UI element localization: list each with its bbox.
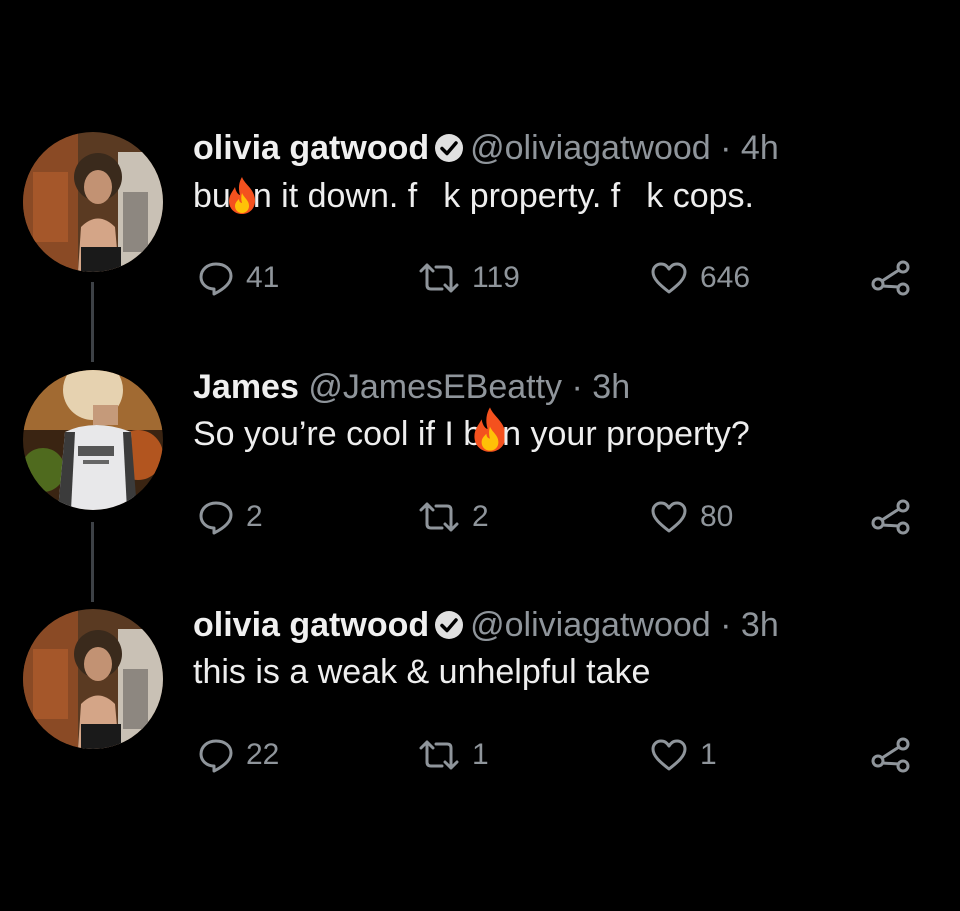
tweet-text: So you’re cool if I b n your property? — [193, 407, 750, 455]
retweet-icon — [418, 739, 460, 771]
timestamp[interactable]: 3h — [592, 368, 630, 406]
reply-count: 2 — [246, 500, 263, 533]
action-bar: 22 1 1 — [0, 735, 960, 775]
retweet-button[interactable]: 1 — [418, 735, 489, 775]
verified-badge-icon — [434, 132, 464, 162]
avatar[interactable] — [23, 609, 163, 749]
tweet-text: bu n it down. fk property. fk cops. — [193, 175, 754, 216]
text-part: n your property? — [502, 415, 750, 453]
author-name[interactable]: olivia gatwood — [193, 129, 429, 167]
like-count: 80 — [700, 500, 734, 533]
share-icon — [870, 259, 914, 297]
heart-icon — [650, 738, 688, 772]
tweet-3[interactable]: olivia gatwood @oliviagatwood · 3h this i… — [0, 605, 960, 805]
reply-button[interactable]: 2 — [198, 497, 263, 537]
text-part: k cops. — [646, 177, 754, 215]
retweet-count: 1 — [472, 738, 489, 771]
author-name[interactable]: olivia gatwood — [193, 606, 429, 644]
tweet-header: James @JamesEBeatty · 3h — [193, 367, 630, 407]
retweet-icon — [418, 501, 460, 533]
share-button[interactable] — [870, 735, 914, 775]
retweet-count: 2 — [472, 500, 489, 533]
reply-count: 22 — [246, 738, 280, 771]
like-count: 646 — [700, 261, 751, 294]
avatar[interactable] — [23, 132, 163, 272]
action-bar: 2 2 80 — [0, 497, 960, 537]
reply-count: 41 — [246, 261, 280, 294]
text-part: n it down. f — [252, 177, 418, 215]
timestamp[interactable]: 4h — [741, 129, 779, 167]
reply-button[interactable]: 41 — [198, 258, 279, 298]
like-button[interactable]: 646 — [650, 258, 750, 298]
separator: · — [720, 606, 732, 644]
like-count: 1 — [700, 738, 717, 771]
reply-icon — [198, 260, 234, 296]
tweet-text: this is a weak & unhelpful take — [193, 653, 651, 691]
share-icon — [870, 736, 914, 774]
author-handle[interactable]: @JamesEBeatty — [308, 368, 562, 406]
text-part: So you’re cool if I b — [193, 415, 483, 453]
reply-button[interactable]: 22 — [198, 735, 279, 775]
timestamp[interactable]: 3h — [741, 606, 779, 644]
share-icon — [870, 498, 914, 536]
reply-icon — [198, 737, 234, 773]
tweet-header: olivia gatwood @oliviagatwood · 3h — [193, 605, 779, 645]
heart-icon — [650, 261, 688, 295]
tweet-2[interactable]: James @JamesEBeatty · 3h So you’re cool … — [0, 367, 960, 567]
share-button[interactable] — [870, 497, 914, 537]
like-button[interactable]: 1 — [650, 735, 717, 775]
tweet-header: olivia gatwood @oliviagatwood · 4h — [193, 128, 779, 168]
author-handle[interactable]: @oliviagatwood — [470, 129, 711, 167]
retweet-button[interactable]: 119 — [418, 258, 520, 298]
author-name[interactable]: James — [193, 368, 299, 406]
reply-icon — [198, 499, 234, 535]
separator: · — [571, 368, 583, 406]
text-part: k property. f — [443, 177, 621, 215]
tweet-1[interactable]: olivia gatwood @oliviagatwood · 4h bu n it… — [0, 128, 960, 328]
share-button[interactable] — [870, 258, 914, 298]
like-button[interactable]: 80 — [650, 497, 733, 537]
verified-badge-icon — [434, 609, 464, 639]
action-bar: 41 119 646 — [0, 258, 960, 298]
avatar[interactable] — [23, 370, 163, 510]
retweet-count: 119 — [472, 261, 520, 294]
author-handle[interactable]: @oliviagatwood — [470, 606, 711, 644]
heart-icon — [650, 500, 688, 534]
retweet-button[interactable]: 2 — [418, 497, 489, 537]
retweet-icon — [418, 262, 460, 294]
separator: · — [720, 129, 732, 167]
